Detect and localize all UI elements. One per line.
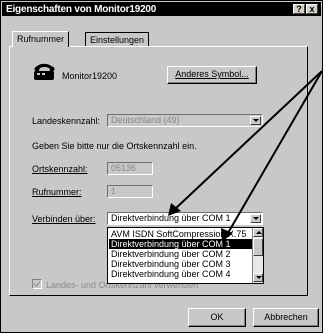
title-bar[interactable]: Eigenschaften von Monitor19200 ? x [2,2,321,16]
use-codes-checkbox[interactable] [32,279,42,289]
close-button[interactable]: x [306,4,318,14]
area-code-label-text: Ortskennzahl: [32,164,88,174]
hint-text: Geben Sie bitte nur die Ortskennzahl ein… [32,141,197,151]
country-code-label: Landeskennzahl: [32,116,101,126]
help-button[interactable]: ? [293,4,305,14]
properties-dialog: Eigenschaften von Monitor19200 ? x Rufnu… [0,0,323,333]
scroll-up-icon[interactable] [253,228,263,237]
number-label: Rufnummer: [32,187,82,197]
area-code-label: Ortskennzahl: [32,164,88,174]
device-name: Monitor19200 [62,71,118,81]
list-item-selected[interactable]: Direktverbindung über COM 1 [109,239,252,249]
modem-phone-icon [34,63,55,80]
country-value: Deutschland (49) [111,115,180,125]
list-scrollbar[interactable] [252,228,263,283]
area-code-field[interactable]: 05136 [107,162,153,175]
scroll-thumb[interactable] [253,238,263,256]
scroll-down-icon[interactable] [253,273,263,282]
tab-einstellungen[interactable]: Einstellungen [85,32,150,46]
ok-button[interactable]: OK [188,308,246,327]
connect-dropdown-list[interactable]: AVM ISDN SoftCompression X.75 Direktverb… [107,227,264,284]
list-item[interactable]: Direktverbindung über COM 4 [109,269,252,279]
connect-label-text: Verbinden über: [32,214,96,224]
number-label-text: Rufnummer: [32,187,82,197]
tab-rufnummer[interactable]: Rufnummer [12,31,70,47]
window-title: Eigenschaften von Monitor19200 [6,4,157,15]
chevron-down-icon[interactable] [250,214,261,223]
list-item[interactable]: Direktverbindung über COM 3 [109,259,252,269]
connect-label: Verbinden über: [32,214,96,224]
chevron-down-icon[interactable] [250,116,261,125]
list-item[interactable]: AVM ISDN SoftCompression X.75 [109,229,252,239]
cancel-button[interactable]: Abbrechen [253,308,319,327]
country-select[interactable]: Deutschland (49) [107,114,263,127]
connect-select[interactable]: Direktverbindung über COM 1 [107,212,263,225]
change-icon-label: Anderes Symbol... [175,69,249,79]
list-item[interactable]: Direktverbindung über COM 2 [109,249,252,259]
connect-value: Direktverbindung über COM 1 [111,213,231,223]
number-field[interactable]: 1 [107,185,153,198]
change-icon-button[interactable]: Anderes Symbol... [167,66,257,84]
